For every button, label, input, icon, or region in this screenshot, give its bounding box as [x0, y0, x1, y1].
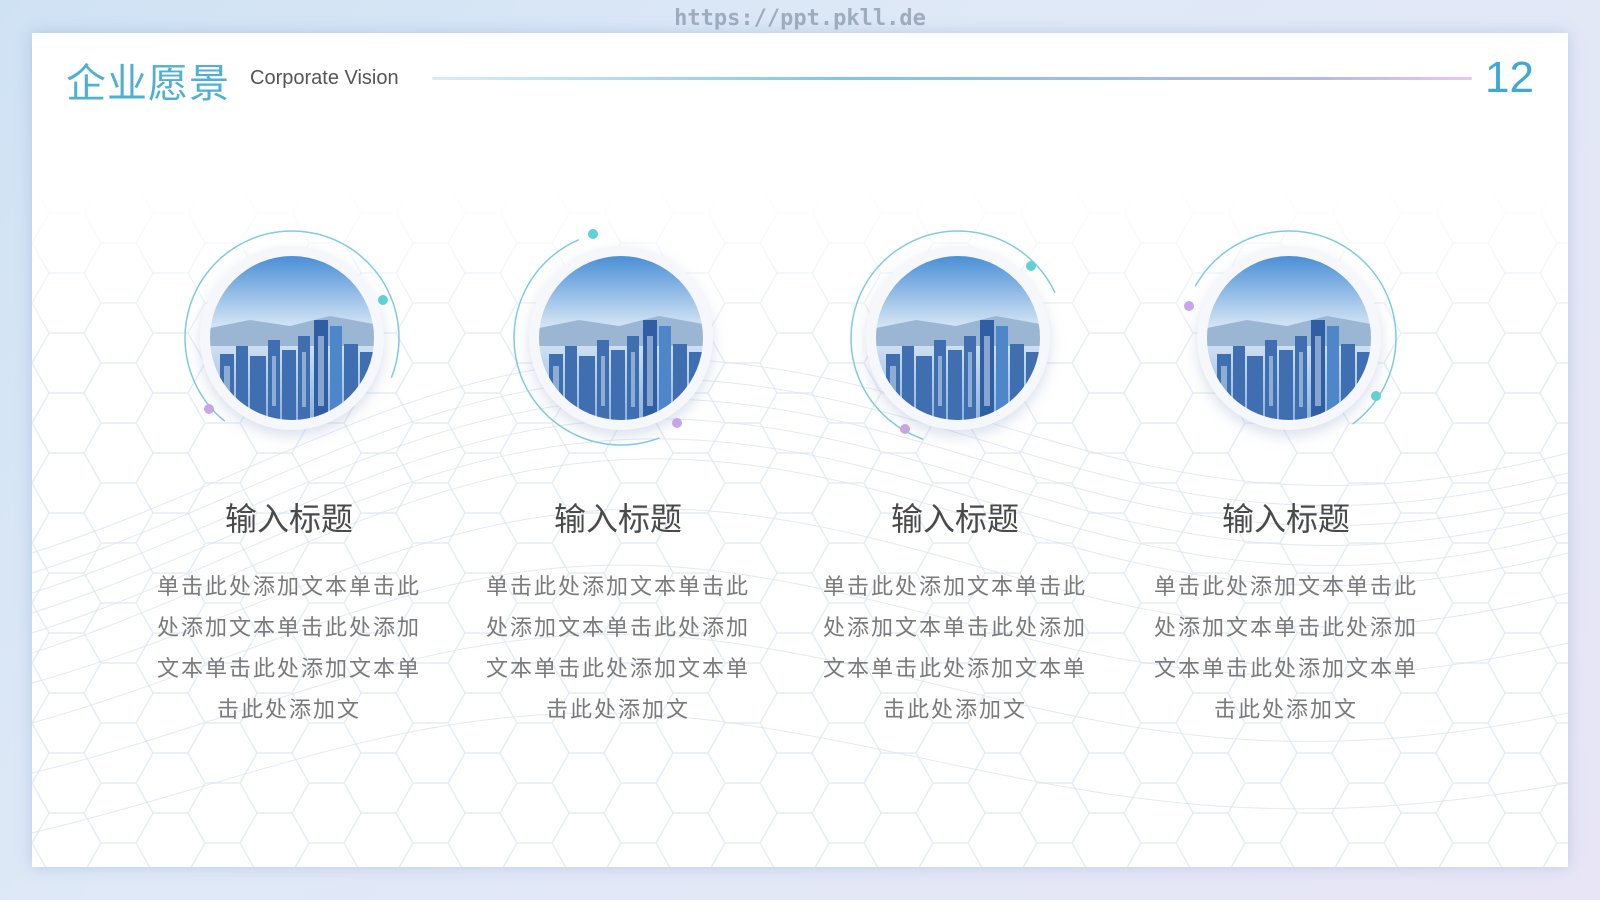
image-frame	[805, 229, 1105, 459]
card-title: 输入标题	[1221, 500, 1350, 538]
card-title: 输入标题	[553, 500, 682, 538]
image-frame	[1136, 229, 1436, 459]
card-title: 输入标题	[890, 500, 1019, 538]
city-skyline-photo	[1207, 256, 1371, 420]
card-body-text: 单击此处添加文本单击此处添加文本单击此处添加文本单击此处添加文本单击此处添加文	[822, 575, 1087, 723]
card-title: 输入标题	[224, 500, 353, 538]
image-frame	[139, 229, 439, 459]
page-title: 企业愿景	[66, 61, 230, 107]
slide: 企业愿景 Corporate Vision 12 输入标题 单击此处添加文本单击…	[32, 33, 1568, 867]
card-body-text: 单击此处添加文本单击此处添加文本单击此处添加文本单击此处添加文本单击此处添加文	[485, 575, 750, 723]
vision-card-2: 输入标题 单击此处添加文本单击此处添加文本单击此处添加文本单击此处添加文本单击此…	[468, 229, 768, 789]
image-frame	[468, 229, 768, 459]
page-subtitle: Corporate Vision	[250, 67, 399, 89]
city-skyline-photo	[539, 256, 703, 420]
city-skyline-photo	[876, 256, 1040, 420]
vision-card-3: 输入标题 单击此处添加文本单击此处添加文本单击此处添加文本单击此处添加文本单击此…	[805, 229, 1105, 789]
watermark-url: https://ppt.pkll.de	[674, 6, 926, 31]
title-divider	[432, 77, 1472, 80]
vision-card-4: 输入标题 单击此处添加文本单击此处添加文本单击此处添加文本单击此处添加文本单击此…	[1136, 229, 1436, 789]
page-number: 12	[1485, 53, 1534, 102]
vision-card-1: 输入标题 单击此处添加文本单击此处添加文本单击此处添加文本单击此处添加文本单击此…	[139, 229, 439, 789]
city-skyline-photo	[210, 256, 374, 420]
card-body-text: 单击此处添加文本单击此处添加文本单击此处添加文本单击此处添加文本单击此处添加文	[1153, 575, 1418, 723]
card-body-text: 单击此处添加文本单击此处添加文本单击此处添加文本单击此处添加文本单击此处添加文	[156, 575, 421, 723]
